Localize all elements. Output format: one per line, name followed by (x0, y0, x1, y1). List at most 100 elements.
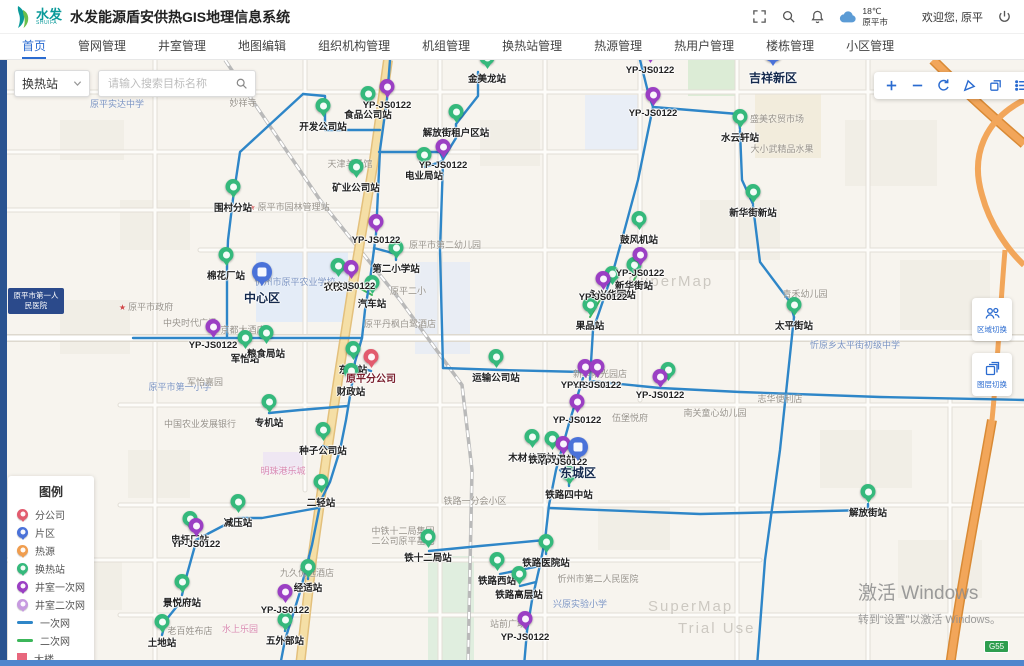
map-poi-label: ★原平市政府 (119, 300, 173, 313)
search-icon[interactable] (235, 77, 248, 90)
pin-label: 水云轩站 (721, 130, 759, 144)
search-category-select[interactable]: 换热站 (14, 70, 90, 97)
search-input[interactable] (106, 77, 235, 91)
legend-pin-icon (17, 509, 28, 520)
pin-label: YP-JS0122 (501, 632, 550, 643)
side-tools: 区域切换图层切换 (972, 298, 1012, 396)
pin-balloon-icon (364, 349, 379, 364)
pin-label: YP-JS0122 (172, 539, 221, 550)
pin-balloon-icon (489, 349, 504, 364)
map-poi-label: 原平实达中学 (90, 97, 144, 110)
zoom-out-icon[interactable] (906, 75, 928, 97)
app-header: 水发 SHUIFA 水发能源盾安供热GIS地理信息系统 18℃ 原平市 欢迎您,… (0, 0, 1024, 33)
activation-line1: 激活 Windows (858, 578, 1001, 605)
nav-tab-0[interactable]: 首页 (22, 34, 46, 59)
app-logo: 水发 SHUIFA (12, 5, 62, 29)
legend-title: 图例 (17, 483, 85, 500)
pin-balloon-icon (369, 214, 384, 229)
power-icon[interactable] (997, 9, 1012, 24)
pin-label: YP-JS0122 (629, 108, 678, 119)
map-poi-label: 志华便利店 (757, 392, 802, 405)
pin-balloon-icon (259, 325, 274, 340)
pin-balloon-icon (570, 394, 585, 409)
legend-item-label: 二次网 (40, 633, 70, 648)
road-badge: G55 (984, 640, 1009, 653)
side-tool-label: 区域切换 (977, 324, 1007, 335)
pin-label: YP-JS0122 (573, 380, 622, 391)
pin-label: 经适站 (294, 580, 323, 594)
map-area[interactable]: 原平实达中学妙祥寺天津羊汤馆★原平市园林管理站★原平市政府中央时代广场京都大酒店… (0, 60, 1024, 666)
pin-label: 财政站 (337, 384, 366, 398)
weather-temp: 18℃ (862, 6, 888, 17)
pin-balloon-icon (653, 369, 668, 384)
nav-tab-10[interactable]: 小区管理 (846, 34, 894, 59)
nav-tab-3[interactable]: 地图编辑 (238, 34, 286, 59)
pin-balloon-icon (278, 584, 293, 599)
map-poi-label: 原平市第二幼儿园 (409, 238, 481, 251)
pin-label: 解放街租户区站 (423, 125, 490, 139)
zoom-in-icon[interactable] (880, 75, 902, 97)
pin-label: 土地站 (148, 635, 177, 649)
pin-label: YP-JS0122 (579, 292, 628, 303)
search-icon[interactable] (781, 9, 796, 24)
pin-label: 第二小学站 (372, 261, 420, 275)
search-box (98, 70, 256, 97)
pin-balloon-icon (231, 494, 246, 509)
legend-item-label: 片区 (35, 525, 55, 540)
pin-label: 原平分公司 (346, 370, 396, 385)
pin-label: 中心区 (244, 289, 280, 306)
legend-pin-icon (17, 545, 28, 556)
pin-label: YP-JS0122 (363, 100, 412, 111)
pin-balloon-icon (590, 359, 605, 374)
legend-item: 热源 (17, 541, 85, 559)
legend-item: 井室一次网 (17, 577, 85, 595)
page-title: 水发能源盾安供热GIS地理信息系统 (70, 7, 290, 27)
map-poi-label: ★原平市园林管理站 (248, 200, 329, 213)
logo-icon (12, 5, 32, 29)
side-tool-0[interactable]: 区域切换 (972, 298, 1012, 341)
pin-balloon-icon (490, 552, 505, 567)
pin-label: 运输公司站 (472, 370, 520, 384)
nav-tab-2[interactable]: 井室管理 (158, 34, 206, 59)
nav-tab-7[interactable]: 热源管理 (594, 34, 642, 59)
weather-widget: 18℃ 原平市 (839, 6, 888, 27)
pin-label: YP-JS0122 (261, 605, 310, 616)
legend-item: 分公司 (17, 505, 85, 523)
legend-pin-icon (17, 527, 28, 538)
legend-line-icon (17, 621, 33, 624)
bell-icon[interactable] (810, 9, 825, 24)
pin-balloon-icon (633, 247, 648, 262)
users-icon (984, 305, 1001, 322)
nav-tab-5[interactable]: 机组管理 (422, 34, 470, 59)
pin-label: 五外部站 (266, 633, 304, 647)
pin-label: YP-JS0122 (352, 235, 401, 246)
map-poi-label: 铁路一分会小区 (443, 494, 506, 507)
nav-tab-9[interactable]: 楼栋管理 (766, 34, 814, 59)
pin-label: YP-JS0122 (626, 65, 675, 76)
pin-balloon-icon (436, 139, 451, 154)
legend-item: 换热站 (17, 559, 85, 577)
reset-icon[interactable] (932, 75, 954, 97)
legend-item-label: 一次网 (40, 615, 70, 630)
activation-watermark: 激活 Windows 转到“设置”以激活 Windows。 (858, 578, 1001, 627)
map-poi-label: 明珠港乐城 (260, 464, 305, 477)
pin-balloon-icon (175, 574, 190, 589)
nav-tab-1[interactable]: 管网管理 (78, 34, 126, 59)
measure-icon[interactable] (958, 75, 980, 97)
pin-balloon-icon (226, 179, 241, 194)
layer-list-icon[interactable] (1010, 75, 1024, 97)
fullscreen-icon[interactable] (752, 9, 767, 24)
pin-label: 粮食局站 (247, 346, 285, 360)
nav-tab-4[interactable]: 组织机构管理 (318, 34, 390, 59)
pin-label: 太平街站 (775, 318, 813, 332)
map-poi-label: 军怡嘉园 (187, 375, 223, 388)
pin-balloon-icon (155, 614, 170, 629)
select-area-icon[interactable] (984, 75, 1006, 97)
side-tool-1[interactable]: 图层切换 (972, 353, 1012, 396)
nav-tab-6[interactable]: 换热站管理 (502, 34, 562, 59)
nav-tab-8[interactable]: 热用户管理 (674, 34, 734, 59)
pin-balloon-icon (539, 534, 554, 549)
pin-label: 减压站 (224, 515, 253, 529)
map-poi-label: 中国农业发展银行 (164, 417, 236, 430)
pin-label: 东城区 (560, 464, 596, 481)
